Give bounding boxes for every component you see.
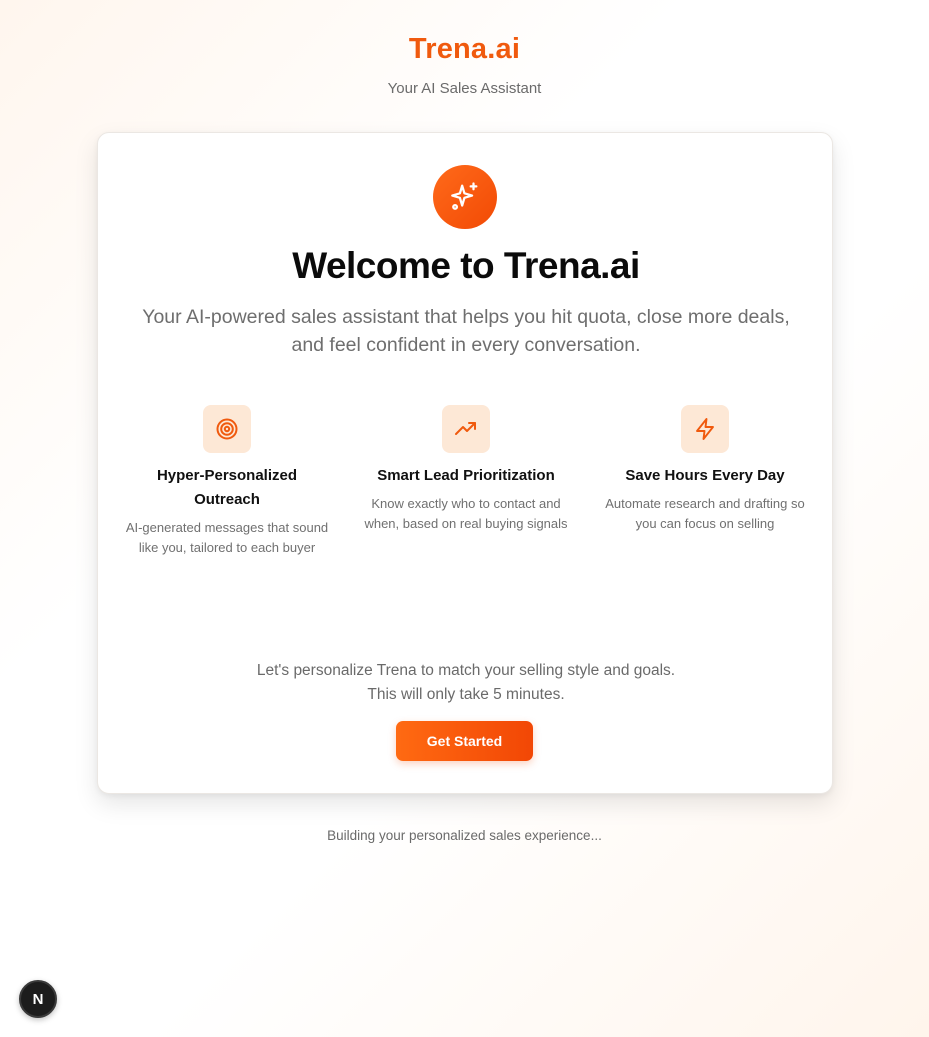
sparkles-icon	[433, 165, 497, 229]
trending-up-icon	[442, 405, 490, 453]
page-title: Welcome to Trena.ai	[292, 245, 640, 286]
dev-badge-label: N	[32, 990, 44, 1008]
feature-title: Hyper-Personalized Outreach	[156, 467, 298, 508]
brand-tagline: Your AI Sales Assistant	[387, 80, 542, 97]
get-started-button[interactable]: Get Started	[396, 721, 533, 761]
nextjs-dev-indicator-button[interactable]: N	[19, 980, 57, 1018]
intro-text: Your AI-powered sales assistant that hel…	[142, 306, 790, 356]
feature-item-prioritization: Smart Lead Prioritization Know exactly w…	[357, 405, 575, 558]
feature-item-outreach: Hyper-Personalized Outreach AI-generated…	[118, 405, 336, 558]
status-message: Building your personalized sales experie…	[327, 828, 602, 843]
target-icon	[203, 405, 251, 453]
feature-title: Save Hours Every Day	[625, 467, 785, 484]
feature-description: Know exactly who to contact and when, ba…	[364, 496, 568, 531]
feature-description: Automate research and drafting so you ca…	[605, 496, 805, 531]
feature-title: Smart Lead Prioritization	[377, 467, 555, 484]
welcome-card: Welcome to Trena.ai Your AI-powered sale…	[97, 132, 833, 794]
personalize-line: Let's personalize Trena to match your se…	[256, 662, 676, 679]
time-estimate-line: This will only take 5 minutes.	[367, 686, 565, 703]
brand-logo-text: Trena.ai	[408, 33, 521, 65]
personalize-message: Let's personalize Trena to match your se…	[98, 659, 834, 707]
feature-item-save-hours: Save Hours Every Day Automate research a…	[596, 405, 814, 558]
feature-description: AI-generated messages that sound like yo…	[125, 520, 329, 555]
feature-list: Hyper-Personalized Outreach AI-generated…	[118, 405, 814, 558]
lightning-bolt-icon	[681, 405, 729, 453]
